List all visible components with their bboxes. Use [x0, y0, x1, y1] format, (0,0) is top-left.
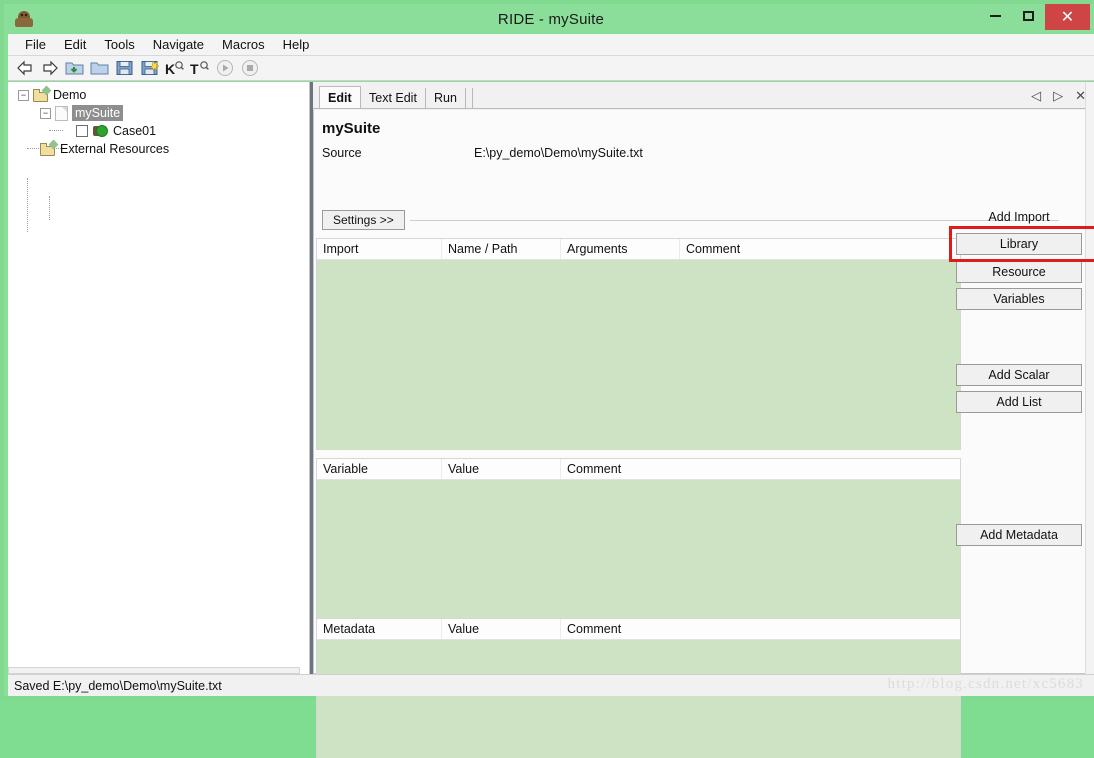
imports-grid-body[interactable]: [317, 260, 960, 450]
metadata-grid-header: Metadata Value Comment: [317, 619, 960, 640]
add-variables-button[interactable]: Variables: [956, 288, 1082, 310]
file-icon: [55, 106, 68, 121]
menu-item-help[interactable]: Help: [274, 35, 319, 54]
tree-checkbox-case01[interactable]: [76, 125, 88, 137]
run-icon: [214, 58, 235, 79]
window-controls: ✕: [979, 4, 1090, 30]
menu-item-edit[interactable]: Edit: [55, 35, 95, 54]
save-all-icon[interactable]: [139, 58, 160, 79]
tab-strip: Edit Text Edit Run ◁ ▷ ✕: [313, 86, 1094, 108]
robot-icon: [14, 10, 34, 30]
metadata-grid-body[interactable]: [317, 640, 960, 758]
triangle-left-icon[interactable]: ◁: [1031, 89, 1041, 102]
variables-grid[interactable]: Variable Value Comment: [316, 458, 961, 622]
save-icon[interactable]: [114, 58, 135, 79]
add-metadata-button[interactable]: Add Metadata: [956, 524, 1082, 546]
column-header-value: Value: [442, 459, 561, 479]
menu-bar: File Edit Tools Navigate Macros Help: [8, 34, 1094, 56]
source-path-value: E:\py_demo\Demo\mySuite.txt: [474, 146, 643, 160]
column-header-arguments: Arguments: [561, 239, 680, 259]
tree-expander-demo[interactable]: −: [18, 90, 29, 101]
suite-title: mySuite: [322, 120, 380, 137]
forward-arrow-icon[interactable]: [39, 58, 60, 79]
application-window: RIDE - mySuite ✕ File Edit Tools Navigat…: [0, 0, 1094, 700]
column-header-value: Value: [442, 619, 561, 639]
variables-grid-header: Variable Value Comment: [317, 459, 960, 480]
imports-grid-header: Import Name / Path Arguments Comment: [317, 239, 960, 260]
tree-node-label: External Resources: [60, 142, 169, 156]
variables-grid-body[interactable]: [317, 480, 960, 622]
column-header-name-path: Name / Path: [442, 239, 561, 259]
triangle-right-icon[interactable]: ▷: [1053, 89, 1063, 102]
tab-text-edit[interactable]: Text Edit: [361, 88, 426, 108]
add-library-button[interactable]: Library: [956, 233, 1082, 255]
tree-node-case01[interactable]: Case01: [76, 122, 156, 140]
folder-edit-icon: [40, 143, 56, 156]
column-header-comment: Comment: [561, 459, 960, 479]
menu-item-file[interactable]: File: [16, 35, 55, 54]
editor-vertical-scrollbar[interactable]: [1085, 82, 1094, 674]
svg-text:T: T: [190, 61, 199, 77]
imports-grid[interactable]: Import Name / Path Arguments Comment: [316, 238, 961, 450]
tree-node-label: Demo: [53, 88, 86, 102]
tree-connector: [49, 196, 50, 220]
title-bar: RIDE - mySuite ✕: [8, 4, 1094, 34]
add-list-button[interactable]: Add List: [956, 391, 1082, 413]
tab-edit[interactable]: Edit: [319, 86, 361, 108]
column-header-import: Import: [317, 239, 442, 259]
minimize-button[interactable]: [979, 4, 1012, 28]
tree-node-label: mySuite: [72, 105, 123, 121]
open-directory-icon[interactable]: [64, 58, 85, 79]
tab-navigation: ◁ ▷ ✕: [1031, 89, 1086, 102]
search-keyword-icon[interactable]: K: [164, 58, 185, 79]
source-label: Source: [322, 146, 362, 160]
add-resource-button[interactable]: Resource: [956, 261, 1082, 283]
search-test-icon[interactable]: T: [189, 58, 210, 79]
column-header-comment: Comment: [561, 619, 960, 639]
close-button[interactable]: ✕: [1045, 4, 1090, 30]
column-header-variable: Variable: [317, 459, 442, 479]
folder-edit-icon: [33, 89, 49, 102]
test-case-icon: [93, 124, 109, 138]
settings-button[interactable]: Settings >>: [322, 210, 405, 230]
tree-connector: [27, 148, 41, 149]
add-import-label: Add Import: [956, 210, 1082, 224]
menu-item-navigate[interactable]: Navigate: [144, 35, 213, 54]
tab-run[interactable]: Run: [426, 88, 466, 108]
toolbar: K T: [8, 56, 1094, 81]
add-scalar-button[interactable]: Add Scalar: [956, 364, 1082, 386]
tab-strip-end: [463, 88, 473, 108]
stop-icon: [239, 58, 260, 79]
tree-node-demo[interactable]: − Demo: [18, 86, 86, 104]
column-header-metadata: Metadata: [317, 619, 442, 639]
menu-item-macros[interactable]: Macros: [213, 35, 274, 54]
menu-item-tools[interactable]: Tools: [95, 35, 143, 54]
tree-connector: [49, 130, 63, 131]
tree-node-mysuite[interactable]: − mySuite: [40, 104, 123, 122]
status-message: Saved E:\py_demo\Demo\mySuite.txt: [14, 679, 222, 693]
svg-text:K: K: [165, 61, 175, 77]
project-tree: − Demo − mySuite Case01 External Resourc…: [8, 82, 310, 674]
back-arrow-icon[interactable]: [14, 58, 35, 79]
column-header-comment: Comment: [680, 239, 960, 259]
tree-node-external-resources[interactable]: External Resources: [40, 140, 169, 158]
watermark-text: http://blog.csdn.net/xc5683: [887, 676, 1084, 693]
tab-underline: [313, 108, 1094, 109]
window-title: RIDE - mySuite: [8, 11, 1094, 28]
tree-horizontal-scrollbar[interactable]: [8, 667, 300, 674]
tree-node-label: Case01: [113, 124, 156, 138]
open-folder-icon[interactable]: [89, 58, 110, 79]
tree-connector: [27, 178, 28, 232]
tree-expander-mysuite[interactable]: −: [40, 108, 51, 119]
maximize-button[interactable]: [1012, 4, 1045, 28]
